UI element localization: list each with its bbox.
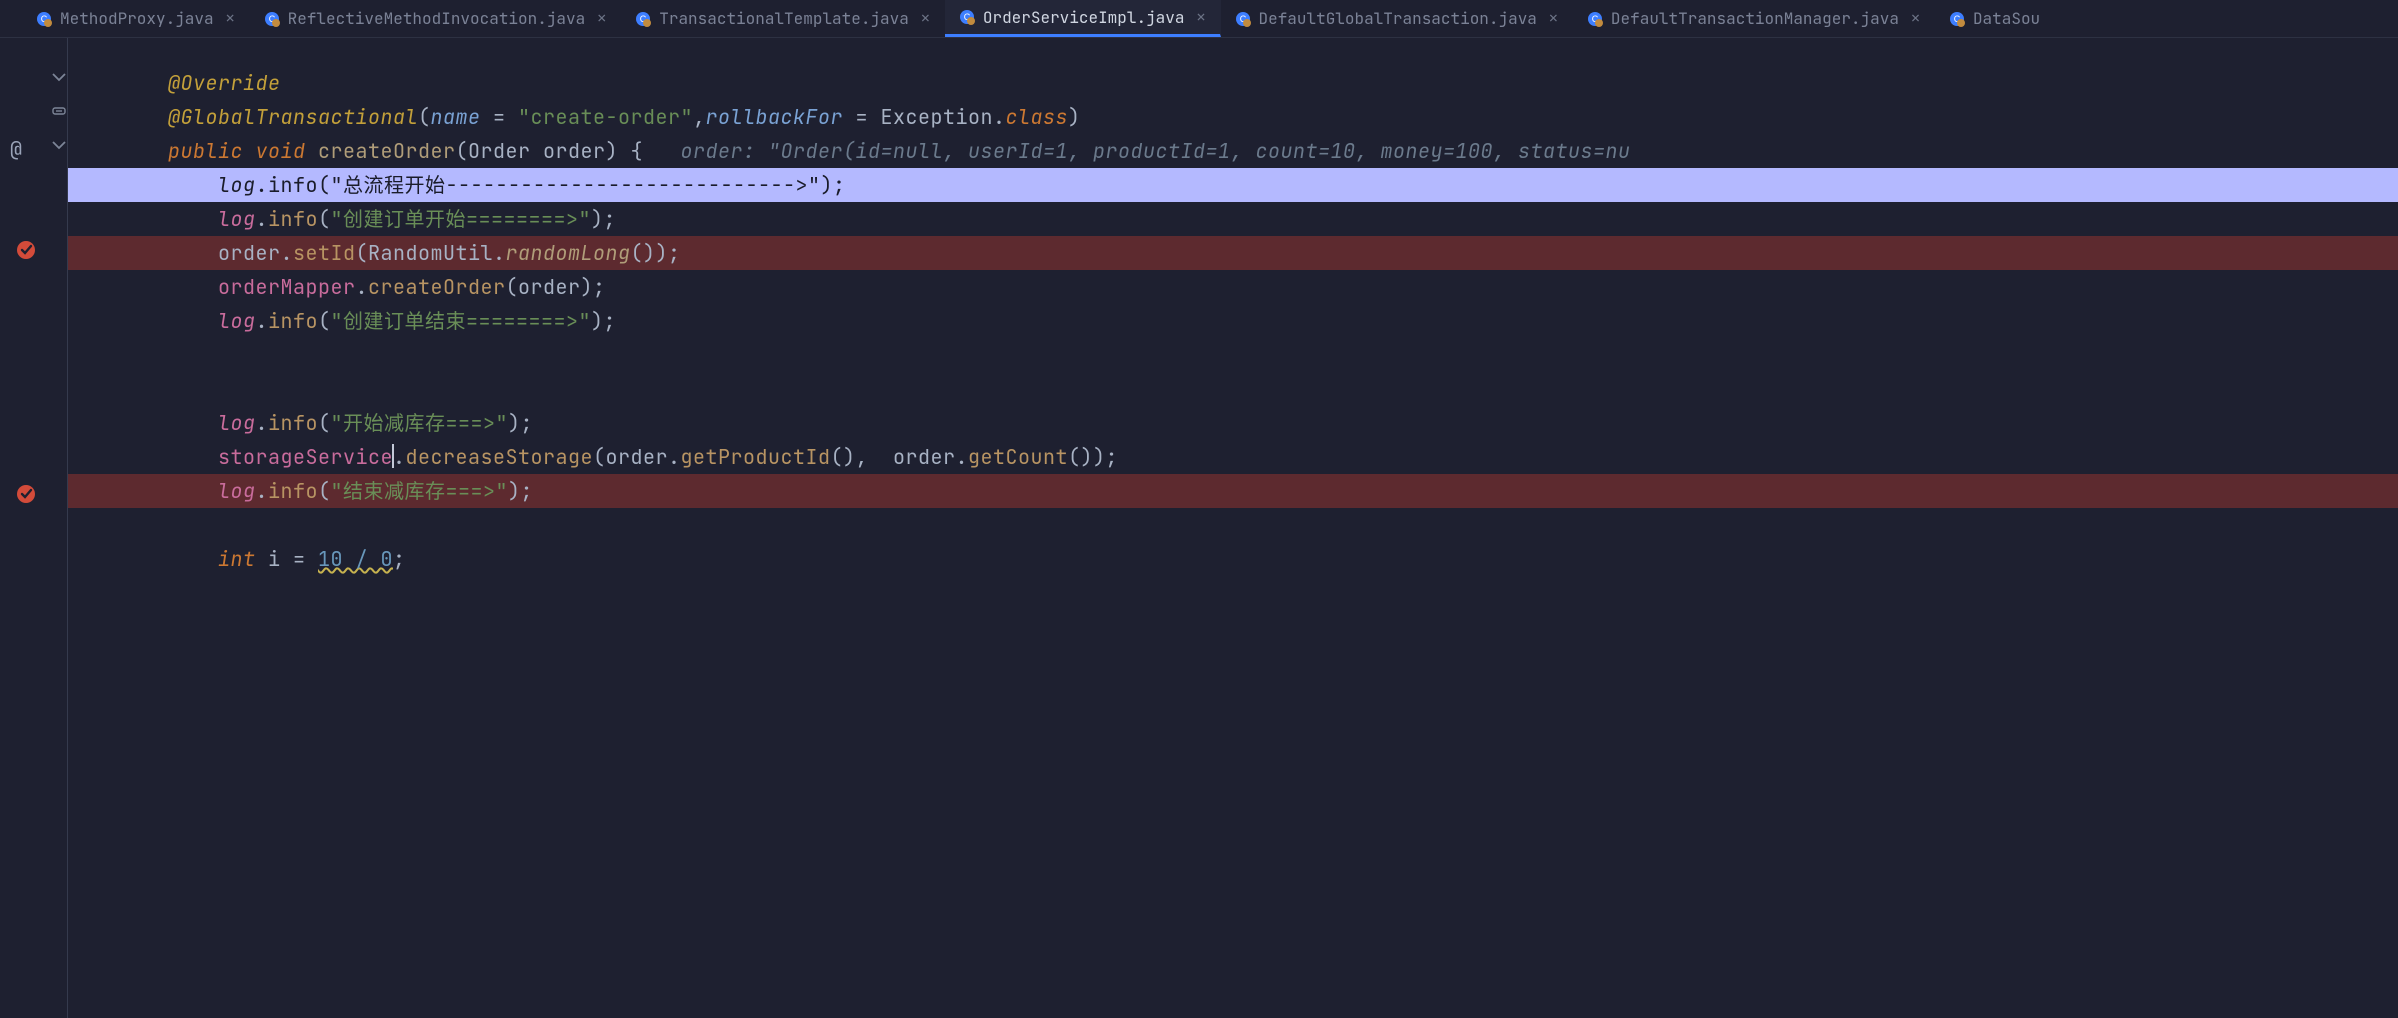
code-line-blank[interactable] — [68, 508, 2398, 542]
java-file-icon: C — [36, 11, 52, 27]
editor-tab-label: DefaultTransactionManager.java — [1611, 8, 1899, 29]
breakpoint-icon[interactable] — [14, 238, 38, 262]
close-icon[interactable]: ✕ — [1196, 10, 1205, 25]
code-line[interactable]: log.info("创建订单结束========>"); — [68, 304, 2398, 338]
editor-tab[interactable]: C DefaultTransactionManager.java ✕ — [1573, 0, 1935, 37]
editor-tab-label: DataSou — [1973, 8, 2040, 29]
editor-tab[interactable]: C ReflectiveMethodInvocation.java ✕ — [250, 0, 622, 37]
code-line[interactable]: log.info("创建订单开始========>"); — [68, 202, 2398, 236]
editor-area: @ @Override @GlobalTransactional(name = … — [0, 38, 2398, 1018]
code-line[interactable]: @Override — [68, 66, 2398, 100]
code-body[interactable]: @Override @GlobalTransactional(name = "c… — [68, 38, 2398, 1018]
close-icon[interactable]: ✕ — [1911, 11, 1920, 26]
close-icon[interactable]: ✕ — [1549, 11, 1558, 26]
editor-tab[interactable]: C OrderServiceImpl.java ✕ — [945, 0, 1221, 37]
java-file-icon: C — [635, 11, 651, 27]
close-icon[interactable]: ✕ — [226, 11, 235, 26]
method-createOrder: createOrder — [318, 138, 456, 164]
breakpoint-icon[interactable] — [14, 482, 38, 506]
annotation-globaltransactional: @GlobalTransactional — [168, 104, 418, 130]
editor-tab[interactable]: C TransactionalTemplate.java ✕ — [621, 0, 945, 37]
annotation-override: @Override — [168, 70, 281, 96]
code-line-current-execution[interactable]: log.info("总流程开始-------------------------… — [68, 168, 2398, 202]
gutter[interactable]: @ — [0, 38, 68, 1018]
java-file-icon: C — [1235, 11, 1251, 27]
editor-tab-label: MethodProxy.java — [60, 8, 214, 29]
code-line-blank[interactable] — [68, 338, 2398, 372]
code-line-blank[interactable] — [68, 372, 2398, 406]
fold-toggle-icon[interactable] — [50, 102, 68, 120]
editor-tab-label: OrderServiceImpl.java — [983, 7, 1185, 28]
editor-tab[interactable]: C MethodProxy.java ✕ — [22, 0, 250, 37]
close-icon[interactable]: ✕ — [597, 11, 606, 26]
close-icon[interactable]: ✕ — [921, 11, 930, 26]
warning-expression: 10 / 0 — [318, 546, 393, 572]
inlay-param-hint-label: order: — [643, 138, 768, 164]
editor-tab-label: DefaultGlobalTransaction.java — [1259, 8, 1537, 29]
editor-tab-bar: C MethodProxy.java ✕ C ReflectiveMethodInvoc… — [0, 0, 2398, 38]
code-line[interactable]: public void createOrder(Order order) { o… — [68, 134, 2398, 168]
code-line-breakpoint[interactable]: order.setId(RandomUtil.randomLong()); — [68, 236, 2398, 270]
override-gutter-icon[interactable]: @ — [10, 136, 34, 160]
code-line[interactable]: orderMapper.createOrder(order); — [68, 270, 2398, 304]
fold-toggle-icon[interactable] — [50, 136, 68, 154]
editor-tab-label: ReflectiveMethodInvocation.java — [288, 8, 586, 29]
code-line-breakpoint[interactable]: log.info("结束减库存===>"); — [68, 474, 2398, 508]
editor-tab[interactable]: C DefaultGlobalTransaction.java ✕ — [1221, 0, 1573, 37]
code-line[interactable]: int i = 10 / 0; — [68, 542, 2398, 576]
code-line[interactable]: storageService.decreaseStorage(order.get… — [68, 440, 2398, 474]
inlay-param-hint-value: "Order(id=null, userId=1, productId=1, c… — [768, 138, 1631, 164]
editor-tab-label: TransactionalTemplate.java — [659, 8, 909, 29]
java-file-icon: C — [264, 11, 280, 27]
fold-toggle-icon[interactable] — [50, 68, 68, 86]
editor-tab[interactable]: C DataSou — [1935, 0, 2055, 37]
java-file-icon: C — [1587, 11, 1603, 27]
code-line[interactable]: @GlobalTransactional(name = "create-orde… — [68, 100, 2398, 134]
java-file-icon: C — [959, 9, 975, 25]
code-line[interactable]: log.info("开始减库存===>"); — [68, 406, 2398, 440]
java-file-icon: C — [1949, 11, 1965, 27]
